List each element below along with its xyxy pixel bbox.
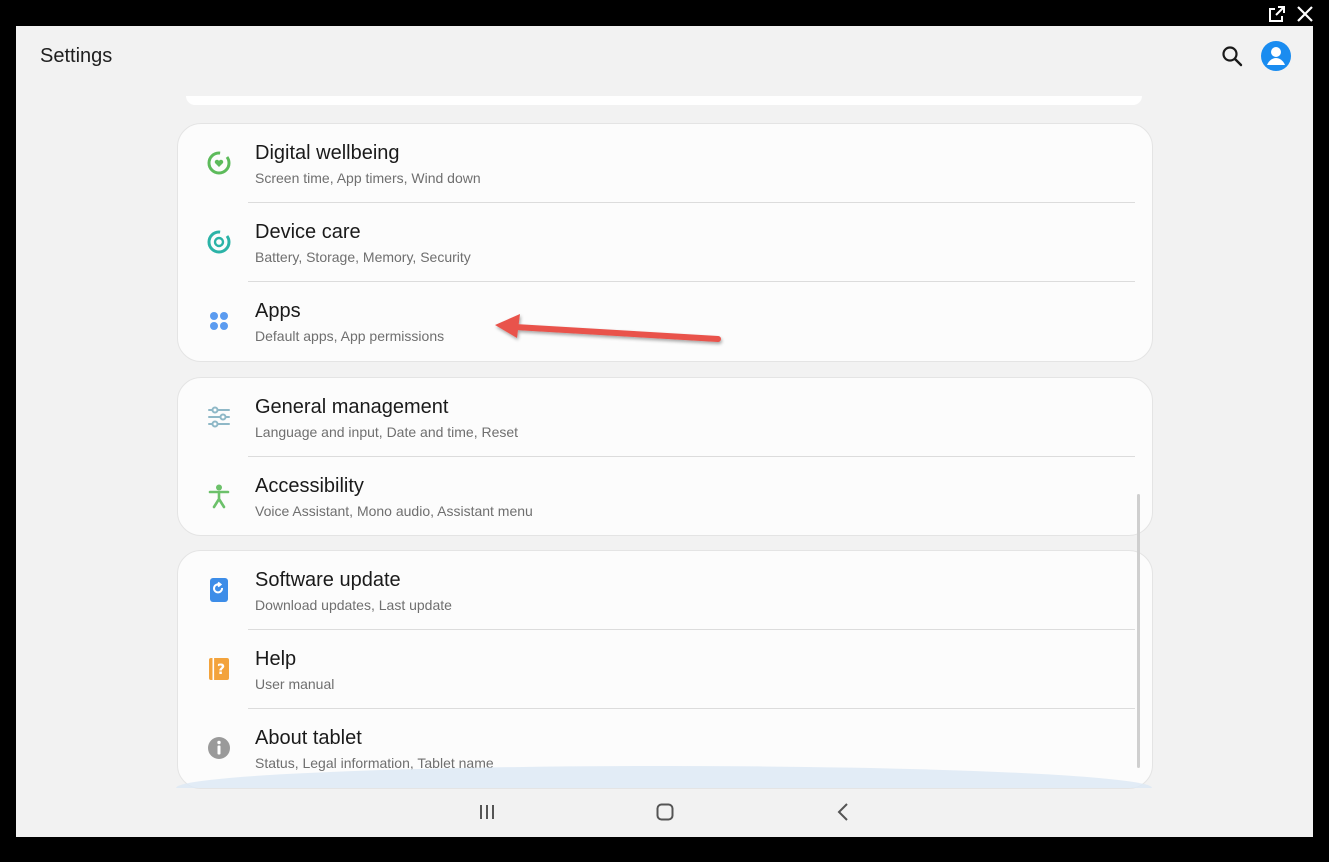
item-summary: Screen time, App timers, Wind down [255,170,481,186]
item-label: Apps [255,300,301,322]
item-summary: Voice Assistant, Mono audio, Assistant m… [255,503,533,519]
item-summary: Language and input, Date and time, Reset [255,424,519,440]
back-icon[interactable] [832,800,856,824]
settings-card-group-2: General management Language and input, D… [177,377,1153,536]
window-controls [1267,4,1315,24]
external-link-icon[interactable] [1267,4,1287,24]
device-care-icon [206,229,232,255]
software-update-icon [206,577,232,603]
search-icon[interactable] [1220,44,1244,68]
app-bar: Settings [16,26,1313,88]
settings-item-device-care[interactable]: Device care Battery, Storage, Memory, Se… [178,203,1152,282]
item-label: General management [255,396,449,418]
item-label: Software update [255,569,401,591]
scrollbar[interactable] [1137,494,1140,768]
home-icon[interactable] [653,800,677,824]
settings-item-help[interactable]: ? Help User manual [178,630,1152,709]
recents-icon[interactable] [475,800,499,824]
item-label: Accessibility [255,475,364,497]
item-summary: Download updates, Last update [255,597,452,613]
item-label: Help [255,648,297,670]
item-summary: Default apps, App permissions [255,328,445,344]
settings-screen: Settings Digital wellbeing Screen time, … [16,26,1313,837]
previous-card-edge [186,96,1142,105]
navigation-bar [16,787,1313,837]
settings-card-group-1: Digital wellbeing Screen time, App timer… [177,123,1153,362]
settings-item-digital-wellbeing[interactable]: Digital wellbeing Screen time, App timer… [178,124,1152,203]
item-summary: Battery, Storage, Memory, Security [255,249,471,265]
settings-item-software-update[interactable]: Software update Download updates, Last u… [178,551,1152,630]
general-management-icon [206,404,232,430]
settings-card-group-3: Software update Download updates, Last u… [177,550,1153,789]
settings-item-general-management[interactable]: General management Language and input, D… [178,378,1152,457]
help-icon: ? [206,656,232,682]
item-label: Digital wellbeing [255,142,400,164]
item-summary: User manual [255,676,335,692]
item-label: Device care [255,221,361,243]
close-icon[interactable] [1295,4,1315,24]
item-label: About tablet [255,727,362,749]
page-title: Settings [40,45,113,67]
digital-wellbeing-icon [206,150,232,176]
apps-icon [206,308,232,334]
info-icon [206,735,232,761]
profile-icon[interactable] [1260,40,1292,72]
accessibility-icon [206,483,232,509]
settings-item-accessibility[interactable]: Accessibility Voice Assistant, Mono audi… [178,457,1152,535]
settings-item-apps[interactable]: Apps Default apps, App permissions [178,282,1152,361]
svg-text:?: ? [217,662,225,678]
